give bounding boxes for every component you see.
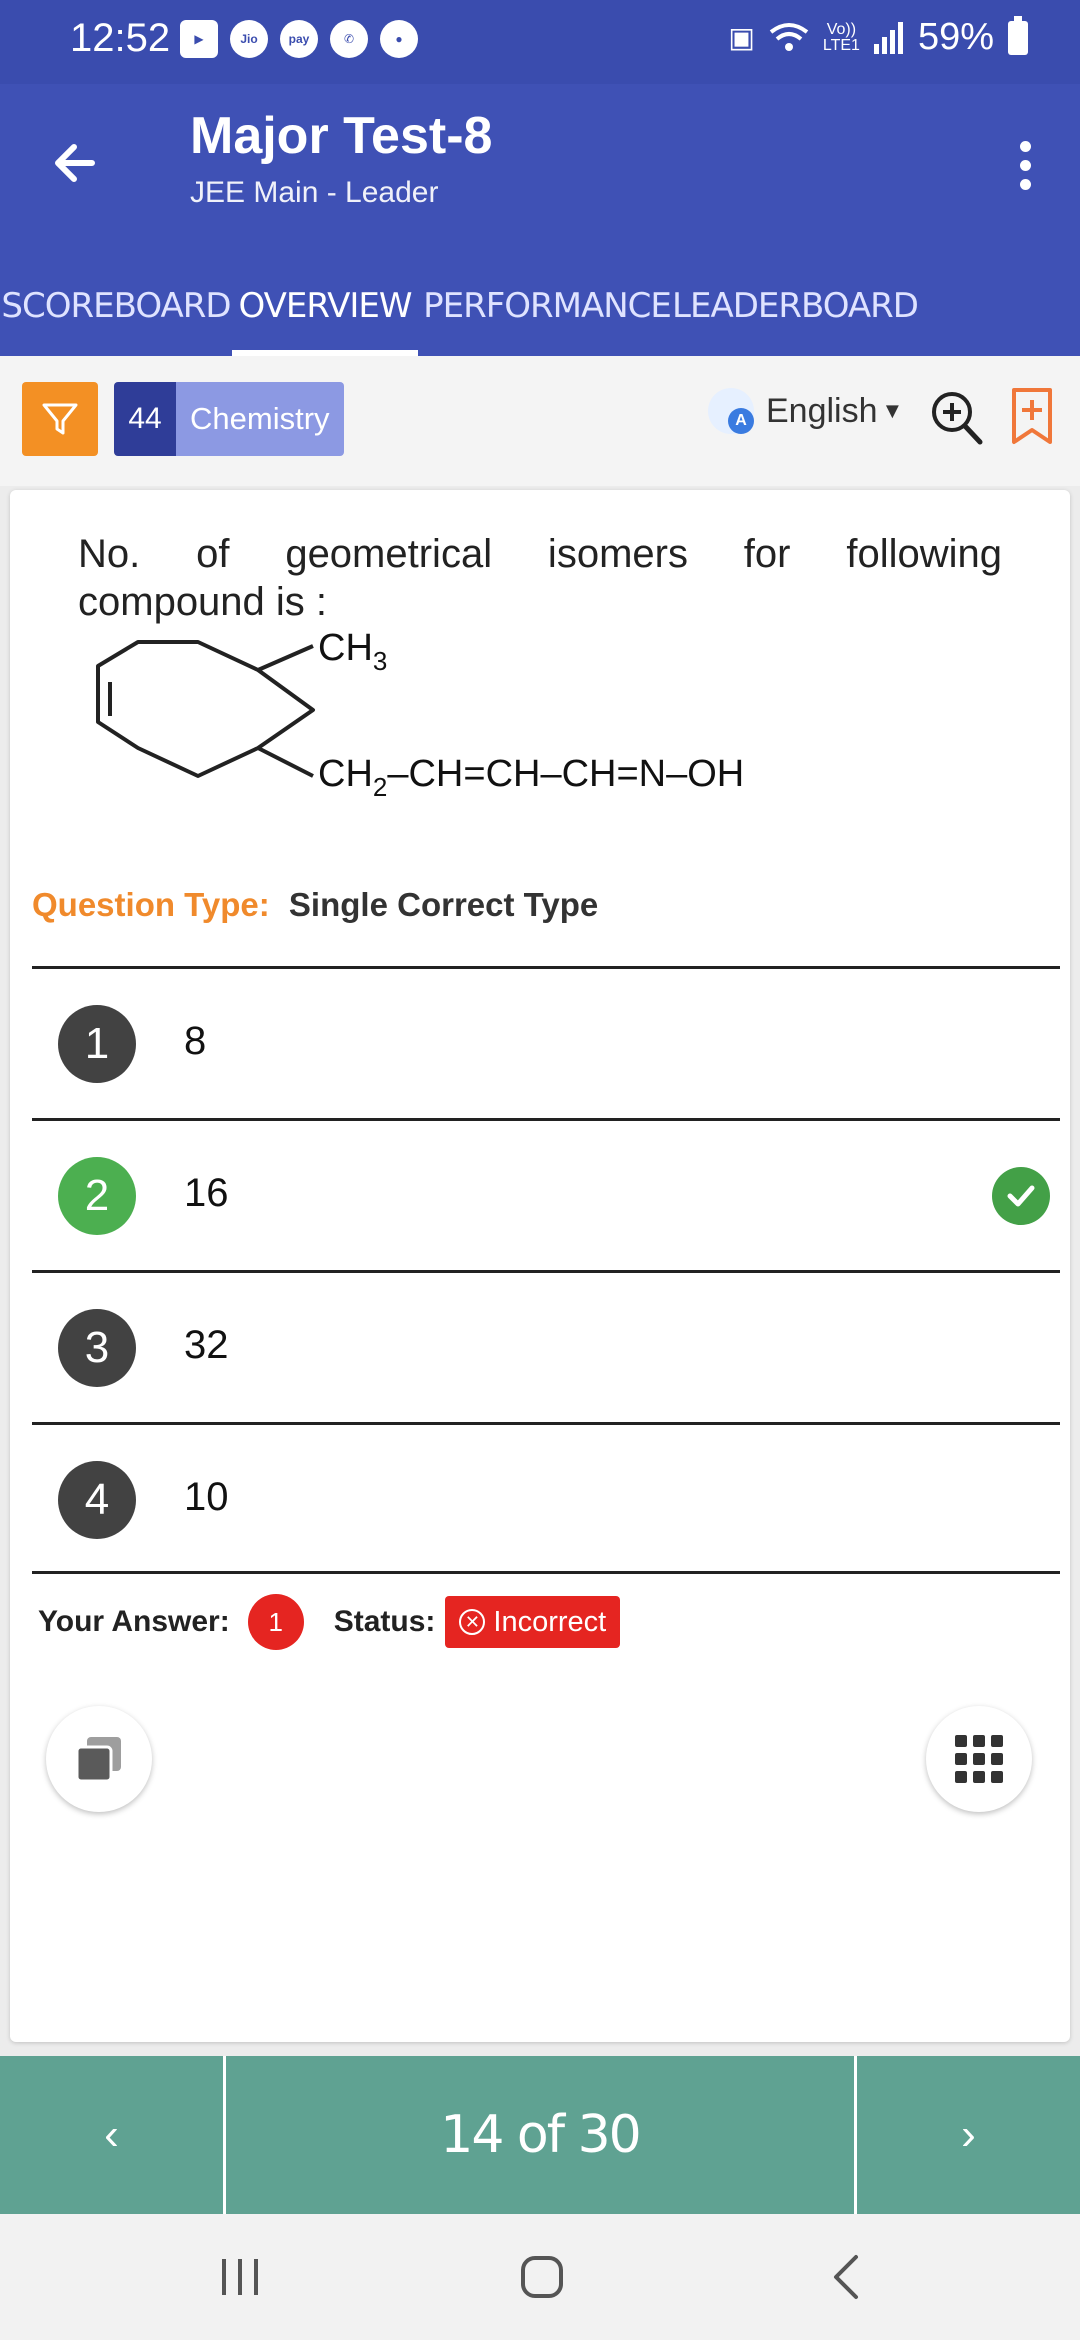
tab-performance[interactable]: PERFORMANCE xyxy=(423,256,672,356)
recent-apps-button[interactable] xyxy=(200,2244,280,2310)
option-3[interactable]: 3 32 xyxy=(32,1270,1060,1422)
question-type: Question Type: Single Correct Type xyxy=(32,886,598,924)
subject-question-count: 44 xyxy=(114,382,176,456)
back-chevron-icon xyxy=(834,2255,858,2299)
tab-overview[interactable]: OVERVIEW xyxy=(232,256,418,356)
battery-percent: 59% xyxy=(917,16,994,58)
check-circle-icon xyxy=(992,1167,1050,1225)
question-navigation: ‹ 14 of 30 › xyxy=(0,2056,1080,2214)
question-counter: 14 of 30 xyxy=(440,2105,642,2165)
your-answer-badge: 1 xyxy=(247,1594,304,1650)
copy-icon xyxy=(75,1737,121,1783)
copy-button[interactable] xyxy=(46,1706,152,1812)
battery-saver-icon: ▣ xyxy=(728,22,755,53)
previous-question-button[interactable]: ‹ xyxy=(0,2056,226,2214)
x-circle-icon: ✕ xyxy=(459,1609,486,1635)
volte-icon: Vo)) LTE1 xyxy=(822,20,860,54)
status-badge: ✕ Incorrect xyxy=(445,1596,621,1648)
option-1[interactable]: 1 8 xyxy=(32,966,1060,1118)
page-subtitle: JEE Main - Leader xyxy=(190,176,439,209)
tab-bar: SCOREBOARD OVERVIEW PERFORMANCE LEADERBO… xyxy=(0,256,1080,356)
option-text: 8 xyxy=(184,1019,207,1063)
status-time: 12:52 xyxy=(70,16,171,60)
notification-icons: ▶ Jio pay ✆ ● xyxy=(180,20,418,58)
question-card: No. of geometrical isomers for following… xyxy=(10,490,1070,2042)
dot xyxy=(1019,140,1031,152)
signal-icon xyxy=(873,21,903,54)
chevron-left-icon: ‹ xyxy=(104,2110,119,2159)
phone-icon: ✆ xyxy=(330,20,368,58)
option-number: 4 xyxy=(58,1461,136,1539)
grid-icon xyxy=(955,1735,1003,1783)
system-status-icons: ▣ Vo)) LTE1 59% xyxy=(728,15,1028,59)
option-text: 32 xyxy=(184,1323,229,1367)
option-4[interactable]: 4 10 xyxy=(32,1422,1060,1574)
bookmark-button[interactable] xyxy=(1010,386,1054,448)
language-label: English xyxy=(766,391,878,430)
question-toolbar: 44 Chemistry English ▼ xyxy=(0,356,1080,486)
system-navigation-bar xyxy=(0,2214,1080,2340)
battery-icon xyxy=(1008,15,1028,55)
question-text-line1: No. of geometrical isomers for following xyxy=(78,532,1002,576)
jio-icon: Jio xyxy=(230,20,268,58)
language-selector[interactable]: English ▼ xyxy=(708,388,903,434)
system-back-button[interactable] xyxy=(806,2244,886,2310)
answer-summary: Your Answer: 1 Status: ✕ Incorrect xyxy=(38,1594,621,1650)
arrow-left-icon xyxy=(55,144,95,182)
tab-leaderboard[interactable]: LEADERBOARD xyxy=(672,256,919,356)
filter-button[interactable] xyxy=(22,382,98,456)
app-bar: Major Test-8 JEE Main - Leader SCOREBOAR… xyxy=(0,84,1080,356)
question-type-label: Question Type: xyxy=(32,886,270,923)
subject-selector[interactable]: 44 Chemistry xyxy=(114,382,344,456)
question-grid-button[interactable] xyxy=(926,1706,1032,1812)
paytm-icon: pay xyxy=(280,20,318,58)
subject-name: Chemistry xyxy=(176,382,344,456)
home-icon xyxy=(521,2256,563,2298)
tab-scoreboard[interactable]: SCOREBOARD xyxy=(0,256,232,356)
zoom-in-icon xyxy=(932,392,983,445)
next-question-button[interactable]: › xyxy=(854,2056,1080,2214)
account-icon: ● xyxy=(380,20,418,58)
dropdown-arrow-icon: ▼ xyxy=(881,398,904,423)
more-options-button[interactable] xyxy=(1000,130,1050,200)
option-text: 16 xyxy=(184,1171,229,1215)
video-icon: ▶ xyxy=(180,20,218,58)
page-title: Major Test-8 xyxy=(190,107,493,165)
zoom-in-button[interactable] xyxy=(928,388,984,448)
status-value: Incorrect xyxy=(493,1605,607,1638)
question-text-line2: compound is : xyxy=(78,580,328,624)
option-number: 1 xyxy=(58,1005,136,1083)
structure-methyl-label: CH3 xyxy=(318,630,387,676)
chemical-structure: CH3 CH2–CH=CH–CH=N–OH xyxy=(96,630,744,802)
dot xyxy=(1019,178,1031,190)
option-2[interactable]: 2 16 xyxy=(32,1118,1060,1270)
translate-icon xyxy=(708,388,754,434)
back-button[interactable] xyxy=(40,128,110,198)
status-label: Status: xyxy=(333,1605,436,1638)
option-text: 10 xyxy=(184,1475,229,1519)
status-bar: 12:52 ▶ Jio pay ✆ ● ▣ Vo)) LTE1 59% xyxy=(0,0,1080,84)
option-number: 3 xyxy=(58,1309,136,1387)
dot xyxy=(1019,159,1031,171)
chevron-right-icon: › xyxy=(961,2110,976,2159)
bookmark-add-icon xyxy=(1012,388,1052,444)
home-button[interactable] xyxy=(502,2244,582,2310)
filter-icon xyxy=(42,403,78,435)
question-type-value: Single Correct Type xyxy=(288,886,599,923)
option-number: 2 xyxy=(58,1157,136,1235)
your-answer-label: Your Answer: xyxy=(38,1605,230,1638)
structure-chain-label: CH2–CH=CH–CH=N–OH xyxy=(318,753,744,802)
wifi-icon xyxy=(769,22,809,51)
recent-apps-icon xyxy=(222,2259,258,2295)
